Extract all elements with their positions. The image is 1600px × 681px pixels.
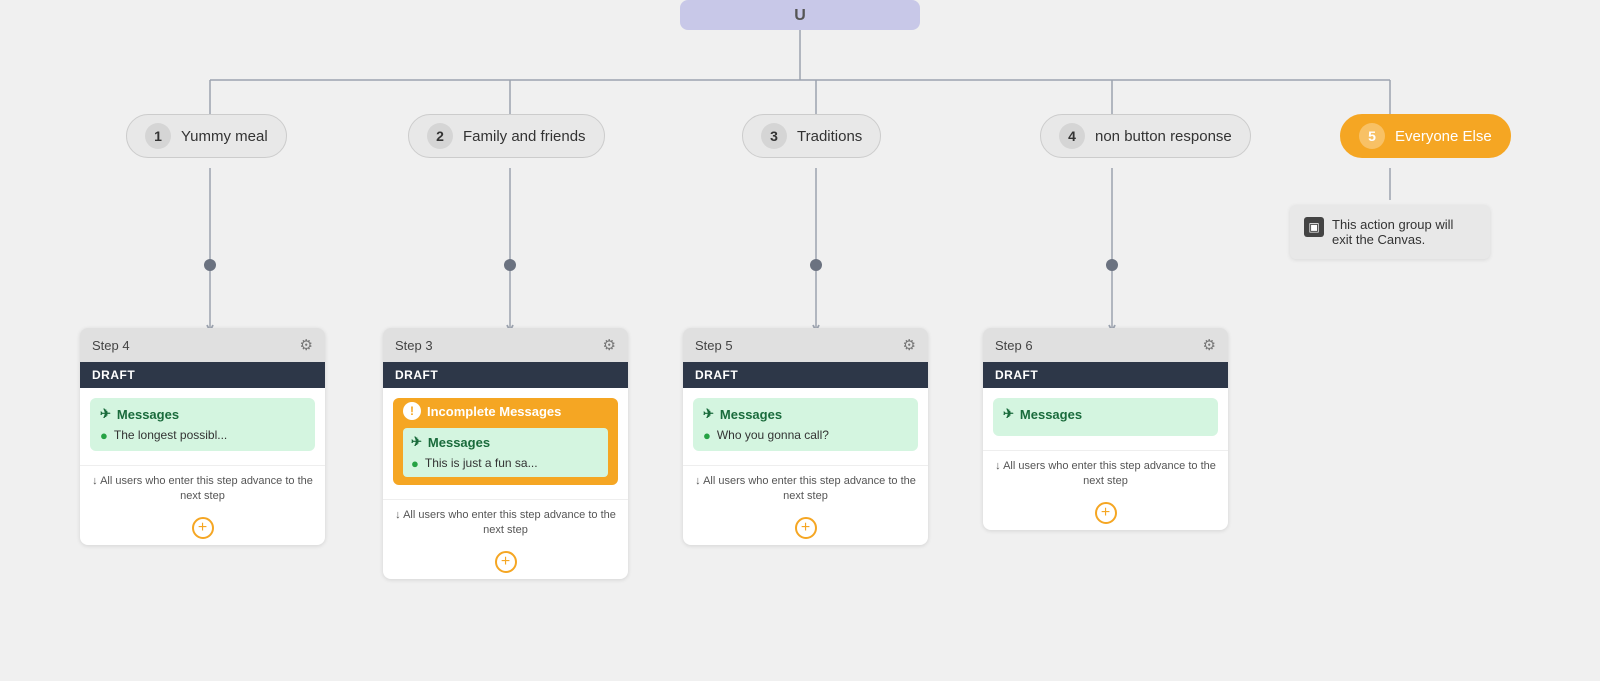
branch-2-label: Family and friends — [463, 128, 586, 145]
step-3-message-item: ● This is just a fun sa... — [411, 456, 600, 471]
step-4-title: Step 4 — [92, 338, 130, 353]
incomplete-label: Incomplete Messages — [427, 404, 561, 419]
svg-text:U: U — [794, 7, 806, 24]
step-6-header: Step 6 ⚙ — [983, 328, 1228, 362]
exit-icon: ▣ — [1304, 217, 1324, 237]
step-4-header: Step 4 ⚙ — [80, 328, 325, 362]
step-4-card: Step 4 ⚙ DRAFT ✈ Messages ● The longest … — [80, 328, 325, 545]
branch-4-label: non button response — [1095, 128, 1232, 145]
paper-plane-icon-4: ✈ — [1003, 406, 1014, 422]
plus-icon-4: + — [1095, 502, 1117, 524]
branch-2-number: 2 — [427, 123, 453, 149]
step-6-messages-title: ✈ Messages — [1003, 406, 1208, 422]
branch-2-pill[interactable]: 2 Family and friends — [408, 114, 605, 158]
plus-icon-1: + — [192, 517, 214, 539]
step-5-messages-title: ✈ Messages — [703, 406, 908, 422]
step-6-add-button[interactable]: + — [983, 496, 1228, 530]
step-5-footer: ↓ All users who enter this step advance … — [683, 465, 928, 511]
arrow-down-icon-4: ↓ — [995, 460, 1001, 472]
step-6-draft-badge: DRAFT — [983, 362, 1228, 388]
step-5-message-item: ● Who you gonna call? — [703, 428, 908, 443]
branch-5-pill[interactable]: 5 Everyone Else — [1340, 114, 1511, 158]
whatsapp-icon-3: ● — [703, 428, 711, 443]
step-5-draft-badge: DRAFT — [683, 362, 928, 388]
step-5-card: Step 5 ⚙ DRAFT ✈ Messages ● Who you gonn… — [683, 328, 928, 545]
exit-canvas-box: ▣ This action group will exit the Canvas… — [1290, 205, 1490, 259]
step-4-gear-icon[interactable]: ⚙ — [300, 336, 313, 354]
plus-icon-2: + — [495, 551, 517, 573]
arrow-down-icon-3: ↓ — [695, 475, 701, 487]
branch-3-pill[interactable]: 3 Traditions — [742, 114, 881, 158]
step-5-messages-block[interactable]: ✈ Messages ● Who you gonna call? — [693, 398, 918, 451]
step-5-gear-icon[interactable]: ⚙ — [903, 336, 916, 354]
step-4-footer: ↓ All users who enter this step advance … — [80, 465, 325, 511]
step-3-incomplete-block[interactable]: ! Incomplete Messages ✈ Messages ● This … — [393, 398, 618, 485]
arrow-down-icon-2: ↓ — [395, 509, 401, 521]
step-6-footer: ↓ All users who enter this step advance … — [983, 450, 1228, 496]
step-3-card: Step 3 ⚙ DRAFT ! Incomplete Messages ✈ M… — [383, 328, 628, 579]
step-6-card: Step 6 ⚙ DRAFT ✈ Messages ↓ All users wh… — [983, 328, 1228, 530]
step-5-header: Step 5 ⚙ — [683, 328, 928, 362]
branch-4-number: 4 — [1059, 123, 1085, 149]
branch-1-number: 1 — [145, 123, 171, 149]
whatsapp-icon-1: ● — [100, 428, 108, 443]
step-6-gear-icon[interactable]: ⚙ — [1203, 336, 1216, 354]
arrow-down-icon-1: ↓ — [92, 475, 98, 487]
step-4-message-item-1: ● The longest possibl... — [100, 428, 305, 443]
warning-icon: ! — [403, 402, 421, 420]
paper-plane-icon-2: ✈ — [411, 434, 422, 450]
exit-canvas-text: This action group will exit the Canvas. — [1332, 217, 1476, 247]
step-3-body: ! Incomplete Messages ✈ Messages ● This … — [383, 388, 628, 499]
paper-plane-icon-3: ✈ — [703, 406, 714, 422]
step-5-body: ✈ Messages ● Who you gonna call? — [683, 388, 928, 465]
step-3-title: Step 3 — [395, 338, 433, 353]
step-4-messages-title: ✈ Messages — [100, 406, 305, 422]
step-6-messages-block[interactable]: ✈ Messages — [993, 398, 1218, 436]
branch-5-number: 5 — [1359, 123, 1385, 149]
branch-1-pill[interactable]: 1 Yummy meal — [126, 114, 287, 158]
step-3-draft-badge: DRAFT — [383, 362, 628, 388]
branch-1-label: Yummy meal — [181, 128, 268, 145]
step-4-add-button[interactable]: + — [80, 511, 325, 545]
canvas: U — [0, 0, 1600, 681]
step-4-body: ✈ Messages ● The longest possibl... — [80, 388, 325, 465]
step-3-messages-inner: ✈ Messages ● This is just a fun sa... — [403, 428, 608, 477]
step-6-body: ✈ Messages — [983, 388, 1228, 450]
step-3-add-button[interactable]: + — [383, 545, 628, 579]
step-5-title: Step 5 — [695, 338, 733, 353]
branch-4-pill[interactable]: 4 non button response — [1040, 114, 1251, 158]
branch-5-label: Everyone Else — [1395, 128, 1492, 145]
branch-3-number: 3 — [761, 123, 787, 149]
step-4-draft-badge: DRAFT — [80, 362, 325, 388]
step-3-footer: ↓ All users who enter this step advance … — [383, 499, 628, 545]
step-3-header: Step 3 ⚙ — [383, 328, 628, 362]
paper-plane-icon: ✈ — [100, 406, 111, 422]
step-6-title: Step 6 — [995, 338, 1033, 353]
step-5-add-button[interactable]: + — [683, 511, 928, 545]
branch-3-label: Traditions — [797, 128, 862, 145]
step-3-gear-icon[interactable]: ⚙ — [603, 336, 616, 354]
step-4-messages-block[interactable]: ✈ Messages ● The longest possibl... — [90, 398, 315, 451]
whatsapp-icon-2: ● — [411, 456, 419, 471]
plus-icon-3: + — [795, 517, 817, 539]
step-3-messages-title: ✈ Messages — [411, 434, 600, 450]
